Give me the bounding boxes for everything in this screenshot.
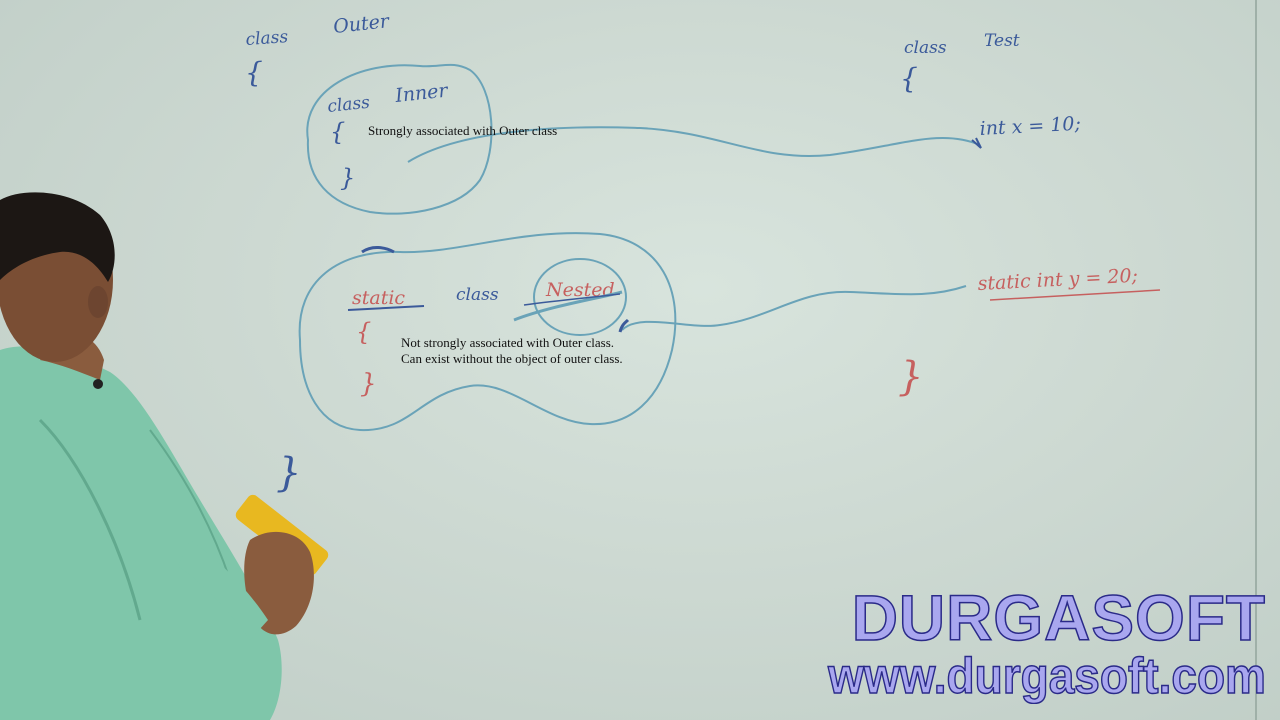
outer-class-keyword: class [245,27,289,50]
inner-open-brace: { [330,118,345,146]
test-class-header: class Test { int x = 10; [900,31,1081,140]
nested-class-modifier: static [352,287,405,309]
nested-caption-line-1: Not strongly associated with Outer class… [401,335,615,350]
nested-blob-mark [361,246,395,254]
test-close-brace: } [898,354,923,400]
watermark-url: www.durgasoft.com [827,648,1266,704]
nested-close-brace: } [360,369,377,399]
nested-open-brace: { [356,318,371,346]
inner-close-brace: } [340,164,355,192]
test-open-brace: { [900,62,918,95]
test-class-name: Test [984,31,1020,51]
durgasoft-watermark: DURGASOFT www.durgasoft.com [790,582,1266,704]
test-static-section: static int y = 20; } [898,265,1138,400]
nested-class-keyword: class [456,285,499,305]
inner-class-caption: Strongly associated with Outer class [368,123,558,138]
test-static-member: static int y = 20; [977,265,1138,295]
inner-class-keyword: class [326,93,371,117]
test-instance-member: int x = 10; [979,113,1081,140]
outer-class-name: Outer [332,10,392,38]
presenter-shirt [0,346,282,720]
outer-open-brace: { [245,56,263,89]
inner-class-name: Inner [393,79,450,107]
nested-caption-line-2: Can exist without the object of outer cl… [401,351,623,366]
outer-close-brace: } [276,450,301,496]
test-class-keyword: class [904,38,947,58]
nested-to-static-connector [621,285,967,331]
whiteboard-scene: class Outer { } class Inner { } class Te… [0,0,1280,720]
watermark-name: DURGASOFT [851,582,1266,654]
microphone-icon [93,379,103,389]
nested-class-caption: Not strongly associated with Outer class… [401,335,623,367]
presenter-ear [88,286,108,318]
